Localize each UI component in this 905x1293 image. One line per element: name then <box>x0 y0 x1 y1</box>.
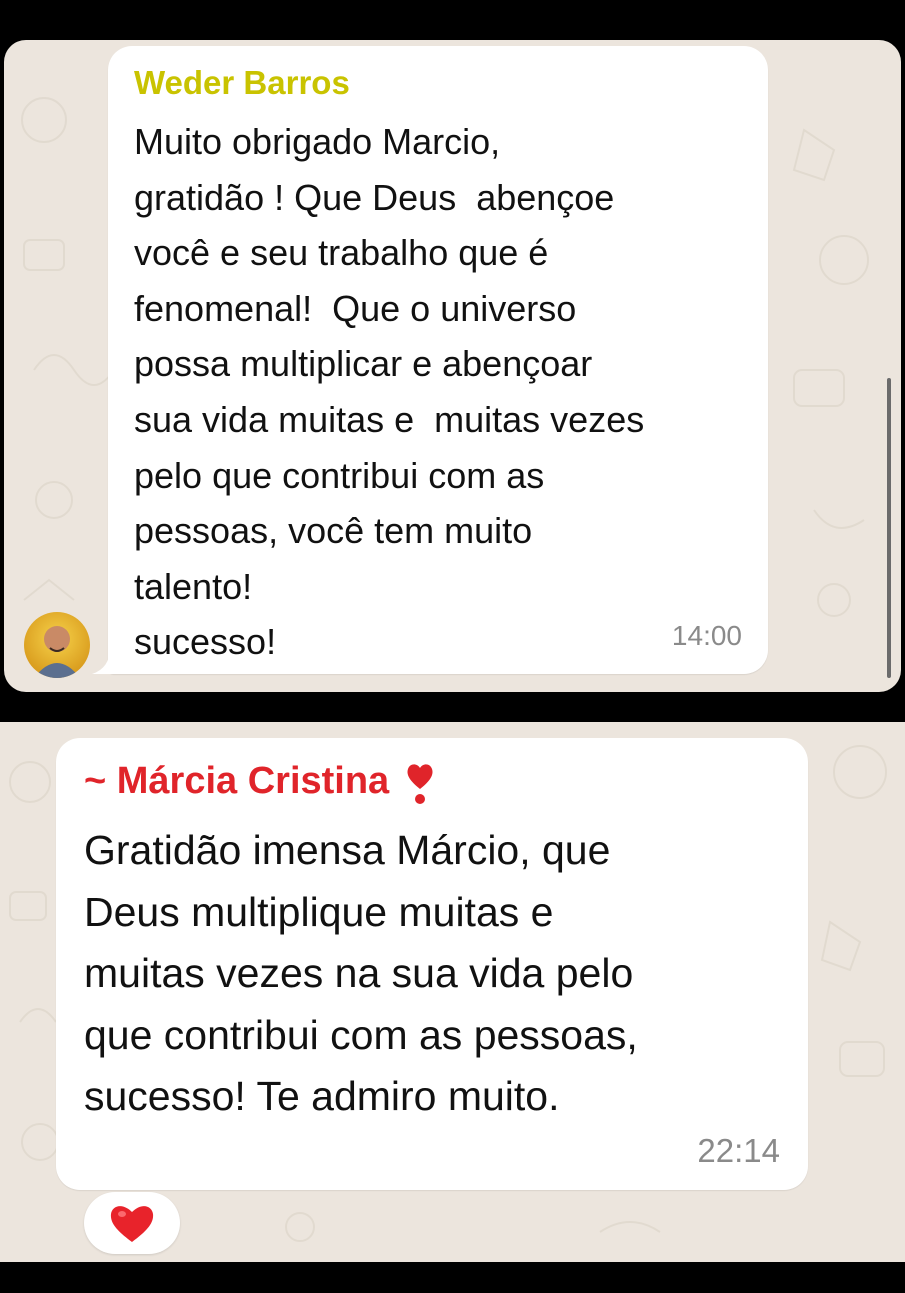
avatar[interactable] <box>24 612 90 678</box>
message-line: gratidão ! Que Deus abençoe <box>134 176 615 218</box>
bubble-tail <box>92 648 122 674</box>
message-line: Deus multiplique muitas e <box>84 888 554 935</box>
message-line: muitas vezes na sua vida pelo <box>84 950 634 996</box>
message-line: você e seu trabalho que é <box>134 232 549 274</box>
message-timestamp: 22:14 <box>697 1132 780 1169</box>
sender-name[interactable]: ~ Márcia Cristina <box>84 760 434 805</box>
message-line: sucesso! Te admiro muito. <box>84 1073 560 1119</box>
sender-name[interactable]: Weder Barros <box>134 64 350 102</box>
profile-photo-icon <box>24 612 90 678</box>
reaction-badge[interactable] <box>84 1192 180 1254</box>
message-text: Muito obrigado Marcio, gratidão ! Que Deu… <box>134 114 644 670</box>
message-line: que contribui com as pessoas, <box>84 1011 638 1058</box>
sender-name-text: ~ Márcia Cristina <box>84 760 390 802</box>
red-exclamation-heart-icon <box>407 764 433 804</box>
message-line: sucesso! <box>134 621 277 663</box>
message-line: pessoas, você tem muito <box>134 510 533 552</box>
message-line: fenomenal! Que o universo <box>134 287 577 329</box>
chat-panel-top: Weder Barros Muito obrigado Marcio, grati… <box>4 40 901 692</box>
message-line: sua vida muitas e muitas vezes <box>134 398 645 440</box>
message-line: Gratidão imensa Márcio, que <box>84 827 611 873</box>
red-heart-icon <box>110 1206 154 1242</box>
message-bubble-weder[interactable]: Weder Barros Muito obrigado Marcio, grati… <box>92 46 768 674</box>
message-bubble-marcia[interactable]: ~ Márcia Cristina Gratidão imensa Márcio… <box>56 738 808 1190</box>
screenshot-collage: Weder Barros Muito obrigado Marcio, grati… <box>0 0 905 1293</box>
message-line: Muito obrigado Marcio, <box>134 121 501 162</box>
chat-panel-bottom: ~ Márcia Cristina Gratidão imensa Márcio… <box>0 722 905 1262</box>
message-line: possa multiplicar e abençoar <box>134 343 593 385</box>
message-timestamp: 14:00 <box>671 620 742 651</box>
message-text: Gratidão imensa Márcio, que Deus multipli… <box>84 820 638 1128</box>
message-line: pelo que contribui com as <box>134 454 545 496</box>
message-line: talento! <box>134 565 253 607</box>
scrollbar[interactable] <box>887 378 891 678</box>
